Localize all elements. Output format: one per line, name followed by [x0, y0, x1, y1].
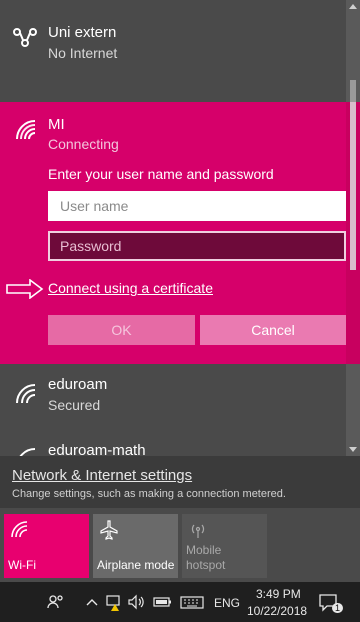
- network-internet-settings-link[interactable]: Network & Internet settings: [12, 467, 192, 484]
- battery-icon[interactable]: [152, 592, 172, 612]
- airplane-icon: [100, 520, 118, 540]
- quick-action-mobile-hotspot: Mobile hotspot: [182, 514, 267, 578]
- tile-label: Airplane mode: [97, 558, 175, 572]
- clock-date[interactable]: 10/22/2018: [247, 604, 307, 618]
- network-status: Connecting: [48, 136, 119, 152]
- wifi-icon: [11, 521, 28, 538]
- notification-count-badge: 1: [332, 603, 344, 613]
- scrollbar-thumb[interactable]: [350, 102, 356, 270]
- ok-button[interactable]: OK: [48, 315, 195, 345]
- tile-label-line2: hotspot: [186, 558, 226, 572]
- network-name: eduroam-math: [48, 442, 146, 456]
- annotation-arrow-icon: [6, 279, 44, 299]
- secured-wifi-icon: [16, 120, 36, 140]
- tile-label: Wi-Fi: [8, 558, 36, 572]
- network-name: MI: [48, 116, 65, 133]
- quick-action-airplane-mode[interactable]: Airplane mode: [93, 514, 178, 578]
- secured-wifi-icon: [19, 448, 36, 456]
- volume-icon[interactable]: [126, 592, 146, 612]
- password-field[interactable]: [48, 231, 346, 261]
- chevron-up-icon[interactable]: [82, 592, 102, 612]
- scroll-up-arrow-icon[interactable]: [349, 4, 357, 9]
- language-indicator[interactable]: ENG: [214, 596, 240, 610]
- network-warning-icon[interactable]: [104, 592, 124, 612]
- people-icon[interactable]: [46, 592, 66, 612]
- scrollbar-track: [346, 102, 360, 364]
- network-item-eduroam-math[interactable]: eduroam-math: [0, 442, 346, 456]
- cancel-button[interactable]: Cancel: [200, 315, 346, 345]
- secured-wifi-icon: [16, 384, 36, 404]
- network-flyout: Uni extern No Internet MI Connecting Ent…: [0, 0, 360, 582]
- username-field[interactable]: [48, 191, 346, 221]
- no-internet-network-icon: [13, 28, 37, 47]
- quick-action-wifi[interactable]: Wi-Fi: [4, 514, 89, 578]
- network-item-eduroam[interactable]: eduroam Secured: [0, 376, 346, 422]
- network-item-uni-extern[interactable]: Uni extern No Internet: [0, 24, 346, 70]
- settings-description: Change settings, such as making a connec…: [12, 488, 286, 500]
- keyboard-icon[interactable]: [180, 592, 204, 612]
- network-status: Secured: [48, 397, 101, 413]
- taskbar: ENG 3:49 PM 10/22/2018 1: [0, 582, 360, 622]
- hotspot-icon: [191, 524, 205, 538]
- clock-time[interactable]: 3:49 PM: [256, 587, 301, 601]
- network-name: eduroam: [48, 376, 108, 393]
- tile-label-line1: Mobile: [186, 543, 222, 557]
- network-status: No Internet: [48, 45, 118, 61]
- connect-certificate-link[interactable]: Connect using a certificate: [48, 280, 213, 296]
- network-name: Uni extern: [48, 24, 117, 41]
- credentials-prompt: Enter your user name and password: [48, 166, 274, 182]
- scroll-down-arrow-icon[interactable]: [349, 447, 357, 452]
